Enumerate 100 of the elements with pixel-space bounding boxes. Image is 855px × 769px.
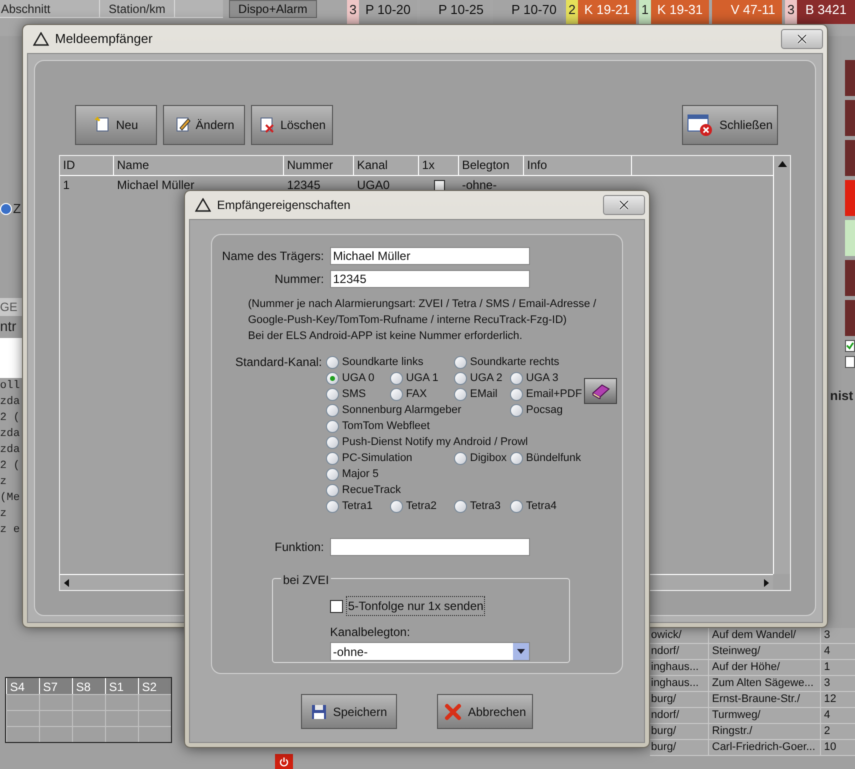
cancel-icon — [444, 702, 462, 720]
checkbox[interactable] — [845, 356, 855, 368]
scroll-left-icon[interactable] — [64, 578, 69, 586]
table-cell-text: Carl-Friedrich-Goer... — [711, 740, 816, 755]
status-tile[interactable] — [845, 60, 855, 96]
table-cell: burg/ — [650, 692, 676, 707]
vehicle-tile[interactable]: 3 B 3421 — [785, 0, 855, 24]
radio-option[interactable]: RecueTrack — [326, 482, 401, 498]
status-tile[interactable] — [845, 260, 855, 296]
radio-option[interactable]: SMS — [326, 386, 366, 402]
radio-option[interactable]: Digibox — [454, 450, 507, 466]
table-cell-text: 4 — [823, 708, 830, 723]
fragment-text: oll — [0, 379, 20, 394]
power-button[interactable] — [275, 754, 293, 769]
power-icon — [279, 756, 289, 766]
radio-option[interactable]: Email+PDF — [510, 386, 582, 402]
book-button[interactable] — [584, 378, 617, 404]
floppy-icon — [310, 704, 327, 720]
fragment-text: z — [0, 507, 7, 522]
radio-option[interactable]: UGA 1 — [390, 370, 438, 386]
close-button[interactable] — [603, 195, 645, 215]
close-window-button[interactable]: Schließen — [682, 105, 778, 145]
vehicle-name: B 3421 — [804, 1, 848, 19]
table-cell-text: 4 — [823, 644, 830, 659]
table-cell-text: Ringstr./ — [711, 724, 752, 739]
field-label: Kanalbelegton: — [330, 624, 412, 641]
vehicle-count: 3 — [347, 0, 359, 24]
radio-option[interactable]: Soundkarte links — [326, 354, 424, 370]
vertical-scrollbar[interactable] — [773, 156, 790, 574]
radio-option[interactable]: UGA 2 — [454, 370, 502, 386]
field-label: Nummer: — [274, 271, 324, 288]
save-button[interactable]: Speichern — [301, 694, 397, 729]
status-tile[interactable] — [845, 100, 855, 136]
warning-icon — [195, 198, 211, 212]
column-header: Nummer — [284, 156, 354, 176]
tone-dropdown[interactable]: -ohne- — [330, 642, 530, 661]
vehicle-tile[interactable]: 1 K 19-31 — [639, 0, 709, 24]
fragment-text: nist — [830, 387, 854, 405]
close-icon — [619, 200, 629, 210]
radio-option[interactable]: Soundkarte rechts — [454, 354, 560, 370]
scroll-up-icon[interactable] — [778, 161, 786, 167]
table-cell: inghaus... — [650, 660, 699, 675]
column-header: 1x — [419, 156, 459, 176]
radio-option[interactable]: UGA 0 — [326, 370, 374, 386]
window-title: Meldeempfänger — [55, 30, 154, 48]
vehicle-name: K 19-21 — [583, 1, 631, 19]
status-tile[interactable] — [845, 180, 855, 216]
toolbar-button[interactable]: Neu — [75, 105, 157, 145]
column-header: Station/km — [100, 0, 175, 17]
close-button[interactable] — [781, 29, 823, 49]
radio-option[interactable]: Tetra1 — [326, 498, 373, 514]
fragment-text: 2 ( — [0, 459, 20, 474]
fragment-text: (Me — [0, 491, 20, 506]
table-cell: burg/ — [650, 724, 676, 739]
field-label: Name des Trägers: — [220, 248, 324, 265]
radio-option[interactable]: Tetra4 — [510, 498, 557, 514]
vehicle-name: K 19-31 — [656, 1, 704, 19]
warning-icon — [33, 32, 49, 46]
radio-option[interactable]: Sonnenburg Alarmgeber — [326, 402, 462, 418]
status-tile[interactable] — [845, 140, 855, 176]
name-field[interactable]: Michael Müller — [330, 247, 530, 265]
status-tile[interactable] — [845, 220, 855, 256]
radio-option[interactable]: PC-Simulation — [326, 450, 412, 466]
function-field[interactable] — [330, 538, 530, 556]
radio-option[interactable]: Bündelfunk — [510, 450, 582, 466]
radio-option[interactable]: FAX — [390, 386, 427, 402]
delete-page-icon — [258, 116, 276, 134]
hint-text: (Nummer je nach Alarmierungsart: ZVEI / Tetra / SMS / Email-Adresse / — [248, 297, 596, 312]
number-field[interactable]: 12345 — [330, 270, 530, 288]
close-icon — [797, 34, 807, 44]
radio-option[interactable]: Pocsag — [510, 402, 563, 418]
radio-option[interactable]: UGA 3 — [510, 370, 558, 386]
table-cell-text: UGA0 — [356, 177, 391, 194]
dispatch-button[interactable]: Dispo+Alarm — [228, 0, 317, 18]
window-title: Empfängereigenschaften — [217, 197, 352, 214]
table-cell: burg/ — [650, 740, 676, 755]
table-cell-text: Auf der Höhe/ — [711, 660, 780, 675]
vehicle-tile[interactable]: V 47-11 — [712, 0, 782, 24]
checkbox[interactable] — [845, 340, 855, 352]
vehicle-name: V 47-11 — [730, 1, 776, 19]
radio-option[interactable]: EMail — [454, 386, 498, 402]
table-cell-text: 10 — [823, 740, 836, 755]
toolbar-button[interactable]: Löschen — [251, 105, 333, 145]
radio-option[interactable]: Tetra3 — [454, 498, 501, 514]
toolbar-button[interactable]: Ändern — [163, 105, 245, 145]
table-cell: owick/ — [650, 628, 682, 643]
vehicle-tile[interactable]: 2 K 19-21 — [566, 0, 636, 24]
cancel-button[interactable]: Abbrechen — [437, 694, 533, 729]
column-header: ID — [60, 156, 114, 176]
fragment-text: zda — [0, 395, 20, 410]
checkbox[interactable] — [434, 180, 444, 190]
radio-option[interactable]: TomTom Webfleet — [326, 418, 430, 434]
scroll-right-icon[interactable] — [764, 578, 769, 586]
fragment-text: zda — [0, 427, 20, 442]
radio-option[interactable]: Major 5 — [326, 466, 379, 482]
radio-option[interactable]: Tetra2 — [390, 498, 437, 514]
status-tile[interactable] — [845, 300, 855, 336]
radio-option[interactable]: Push-Dienst Notify my Android / Prowl — [326, 434, 528, 450]
column-header: Info — [524, 156, 632, 176]
table-cell-text: 3 — [823, 676, 830, 691]
